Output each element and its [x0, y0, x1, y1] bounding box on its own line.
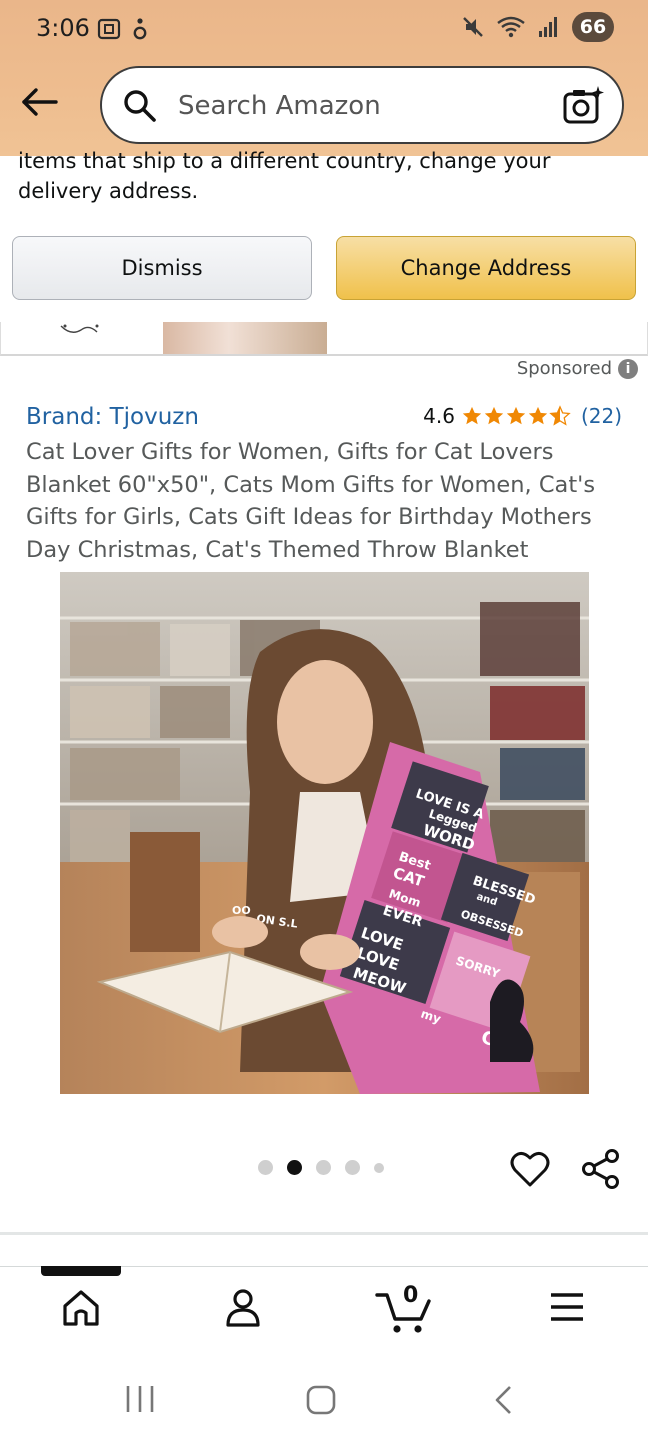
- star-full-icon: [506, 406, 526, 425]
- back-arrow-icon[interactable]: [20, 82, 60, 122]
- review-count-link[interactable]: (22): [581, 404, 622, 428]
- decorative-swirl-icon: [60, 324, 99, 333]
- brand-link[interactable]: Brand: Tjovuzn: [26, 404, 199, 430]
- camera-search-icon[interactable]: [562, 84, 604, 126]
- account-icon: [226, 1289, 260, 1327]
- recent-apps-icon[interactable]: [124, 1384, 156, 1414]
- product-image[interactable]: LOVE IS A Legged WORD Best CAT Mom EVER …: [60, 572, 589, 1094]
- wifi-icon: [497, 16, 525, 38]
- mute-icon: [463, 17, 483, 37]
- image-carousel-dots: [258, 1160, 384, 1175]
- dismiss-button[interactable]: Dismiss: [12, 236, 312, 300]
- delivery-banner-message: items that ship to a different country, …: [18, 149, 551, 203]
- sponsored-text: Sponsored: [516, 358, 612, 379]
- info-icon[interactable]: i: [618, 358, 638, 379]
- system-nav-bar: [0, 1360, 648, 1440]
- star-full-icon: [462, 406, 482, 425]
- accessibility-icon: [133, 18, 147, 40]
- search-icon: [124, 90, 156, 122]
- battery-indicator: 66: [572, 12, 614, 42]
- rating-value: 4.6: [423, 404, 455, 428]
- home-button-icon[interactable]: [305, 1384, 337, 1416]
- svg-text:OO: OO: [232, 904, 251, 917]
- chair-left: [130, 832, 200, 952]
- star-full-icon: [528, 406, 548, 425]
- carousel-dot[interactable]: [374, 1162, 384, 1173]
- nav-cart[interactable]: 0: [370, 1283, 440, 1347]
- screenshot-icon: [97, 18, 121, 40]
- search-input[interactable]: [176, 86, 560, 126]
- wishlist-heart-icon[interactable]: [510, 1150, 550, 1188]
- star-rating: [461, 405, 571, 427]
- share-icon[interactable]: [580, 1148, 622, 1190]
- face: [277, 660, 373, 784]
- hand-left: [212, 916, 268, 948]
- rating-summary[interactable]: 4.6 (22): [423, 404, 622, 428]
- status-bar: 3:06 66: [0, 0, 648, 60]
- search-box[interactable]: [100, 66, 624, 144]
- previous-card-peek: [0, 322, 648, 356]
- nav-menu[interactable]: [532, 1287, 602, 1347]
- active-tab-indicator: [41, 1266, 121, 1276]
- signal-icon: [539, 17, 557, 37]
- section-divider: [0, 1232, 648, 1235]
- back-button-icon[interactable]: [492, 1384, 516, 1416]
- product-title[interactable]: Cat Lover Gifts for Women, Gifts for Cat…: [26, 436, 626, 567]
- carousel-dot[interactable]: [316, 1160, 331, 1175]
- bottom-nav: 0: [0, 1266, 648, 1357]
- star-full-icon: [484, 406, 504, 425]
- search-row: [0, 64, 648, 148]
- cart-count: 0: [403, 1283, 419, 1308]
- status-icons-left: [96, 16, 148, 42]
- carousel-dot[interactable]: [258, 1160, 273, 1175]
- previous-product-thumbnail[interactable]: [163, 322, 327, 354]
- status-icons-right: 66: [462, 12, 614, 42]
- home-icon: [63, 1290, 99, 1326]
- sponsored-label[interactable]: Sponsored i: [517, 358, 638, 379]
- carousel-dot-active[interactable]: [287, 1160, 302, 1175]
- app-header: 3:06 66 Search Amazon: [0, 0, 648, 156]
- nav-home[interactable]: [46, 1287, 116, 1347]
- menu-icon: [551, 1293, 583, 1321]
- status-time: 3:06: [36, 14, 90, 42]
- hand-right: [300, 934, 360, 970]
- carousel-dot[interactable]: [345, 1160, 360, 1175]
- change-address-button[interactable]: Change Address: [336, 236, 636, 300]
- star-half-icon: [549, 405, 571, 426]
- nav-account[interactable]: [208, 1287, 278, 1347]
